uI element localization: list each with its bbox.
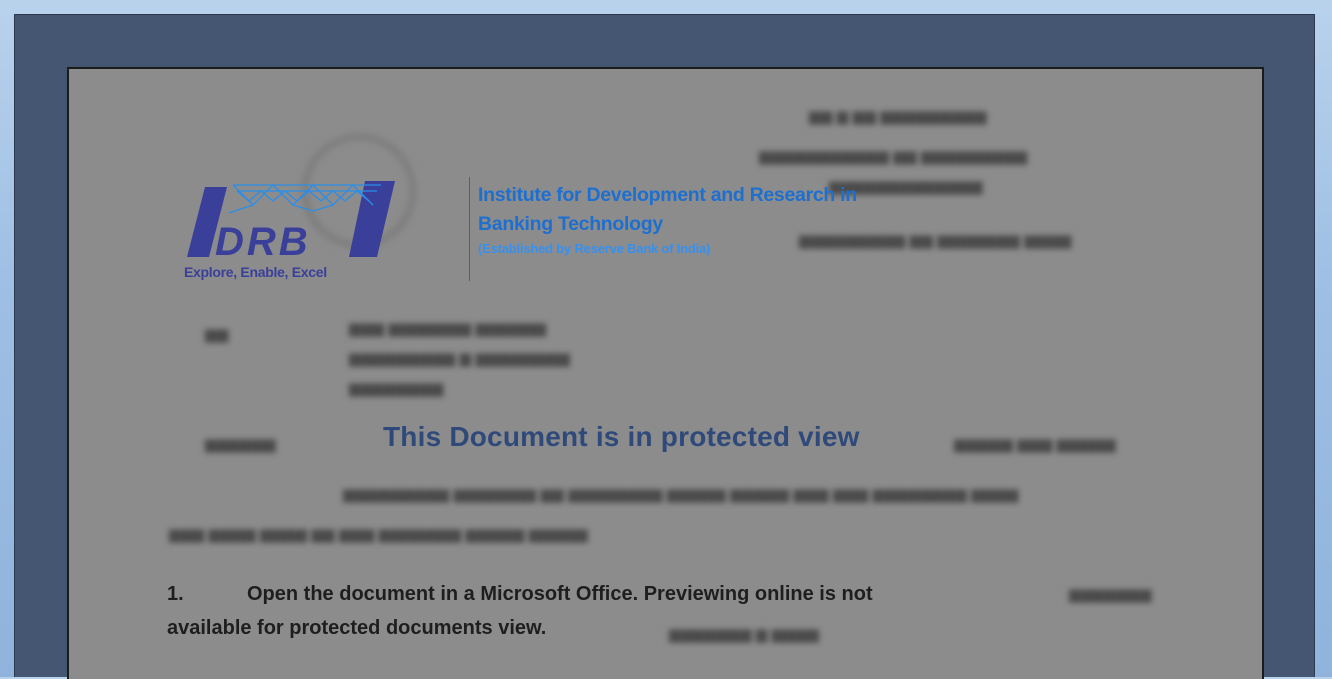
idrbt-logo: DRB Explore, Enable, Excel Institute for… (181, 177, 857, 287)
logo-tagline: Explore, Enable, Excel (184, 264, 327, 280)
logo-institute-name: Institute for Development and Research i… (478, 181, 857, 256)
blurred-line: ▆▆ ▆ ▆▆ ▆▆▆▆▆▆▆▆▆ (809, 109, 987, 125)
notice-text-2: available for protected documents view. (167, 617, 547, 639)
blurred-line: ▆▆▆▆▆ ▆▆▆ ▆▆▆▆▆ (954, 437, 1116, 453)
blurred-line: ▆▆▆ ▆▆▆▆▆▆▆ ▆▆▆▆▆▆ (349, 321, 547, 337)
protected-document-preview: ▆▆ ▆ ▆▆ ▆▆▆▆▆▆▆▆▆ ▆▆▆▆▆▆▆▆▆▆▆ ▆▆ ▆▆▆▆▆▆▆… (67, 67, 1264, 679)
notice-text-1: Open the document in a Microsoft Office.… (247, 583, 873, 605)
protected-view-title: This Document is in protected view (383, 421, 860, 452)
blurred-line: ▆▆ (205, 327, 229, 343)
institute-name-line1: Institute for Development and Research i… (478, 184, 857, 206)
notice-line-1: 1. Open the document in a Microsoft Offic… (167, 577, 873, 611)
blurred-line: ▆▆▆▆▆▆ (205, 437, 277, 453)
svg-text:DRB: DRB (215, 220, 311, 263)
blurred-line: ▆▆▆▆▆▆▆▆▆ ▆▆▆▆▆▆▆ ▆▆ ▆▆▆▆▆▆▆▆ ▆▆▆▆▆ ▆▆▆▆… (343, 487, 1019, 503)
blurred-line: ▆▆▆▆▆▆▆▆▆▆▆ ▆▆ ▆▆▆▆▆▆▆▆▆ (759, 149, 1028, 165)
blurred-line: ▆▆▆▆▆▆▆▆ (349, 381, 444, 397)
institute-name-line2: Banking Technology (478, 213, 663, 235)
blurred-line: ▆▆▆▆▆▆▆ (1069, 587, 1152, 603)
logo-divider (469, 177, 470, 281)
blurred-line: ▆▆▆▆▆▆▆▆▆ ▆ ▆▆▆▆▆▆▆▆ (349, 351, 571, 367)
protected-view-notice: 1. Open the document in a Microsoft Offic… (167, 577, 873, 645)
idrbt-logo-icon: DRB (187, 181, 395, 263)
blurred-line: ▆▆▆ ▆▆▆▆ ▆▆▆▆ ▆▆ ▆▆▆ ▆▆▆▆▆▆▆ ▆▆▆▆▆ ▆▆▆▆▆ (169, 527, 588, 543)
viewer-frame: ▆▆ ▆ ▆▆ ▆▆▆▆▆▆▆▆▆ ▆▆▆▆▆▆▆▆▆▆▆ ▆▆ ▆▆▆▆▆▆▆… (14, 14, 1315, 679)
institute-subline: (Established by Reserve Bank of India) (478, 241, 711, 256)
notice-number: 1. (167, 583, 184, 605)
